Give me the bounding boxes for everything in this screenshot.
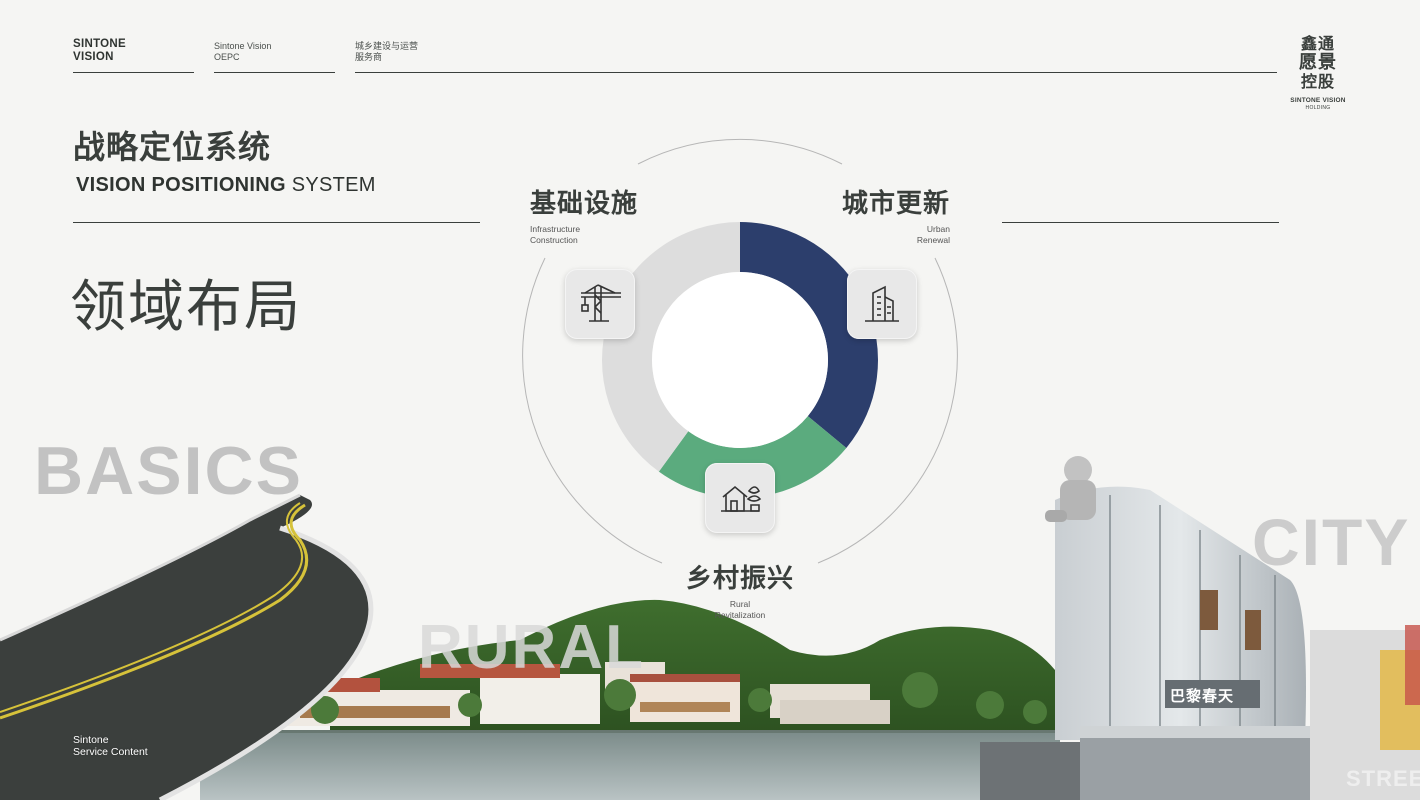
infrastructure-icon-box [565,269,635,339]
section-infrastructure: 基础设施 Infrastructure Construction [530,183,638,246]
building-icon [865,285,899,322]
infrastructure-subtitle: Infrastructure Construction [530,224,581,245]
rural-title: 乡村振兴 [685,563,794,593]
service-content-label: Sintone Service Content [73,734,148,758]
section-urban: 城市更新 Urban Renewal [838,183,950,246]
rural-icon-box [705,463,775,533]
infrastructure-title: 基础设施 [530,188,639,218]
house-icon [721,485,762,512]
rural-subtitle: Rural Revitalization [714,599,766,620]
urban-title: 城市更新 [841,188,950,218]
section-rural: 乡村振兴 Rural Revitalization [670,558,810,621]
crane-icon [581,284,621,322]
urban-subtitle: Urban Renewal [916,224,950,245]
urban-icon-box [847,269,917,339]
donut-center [652,272,828,448]
